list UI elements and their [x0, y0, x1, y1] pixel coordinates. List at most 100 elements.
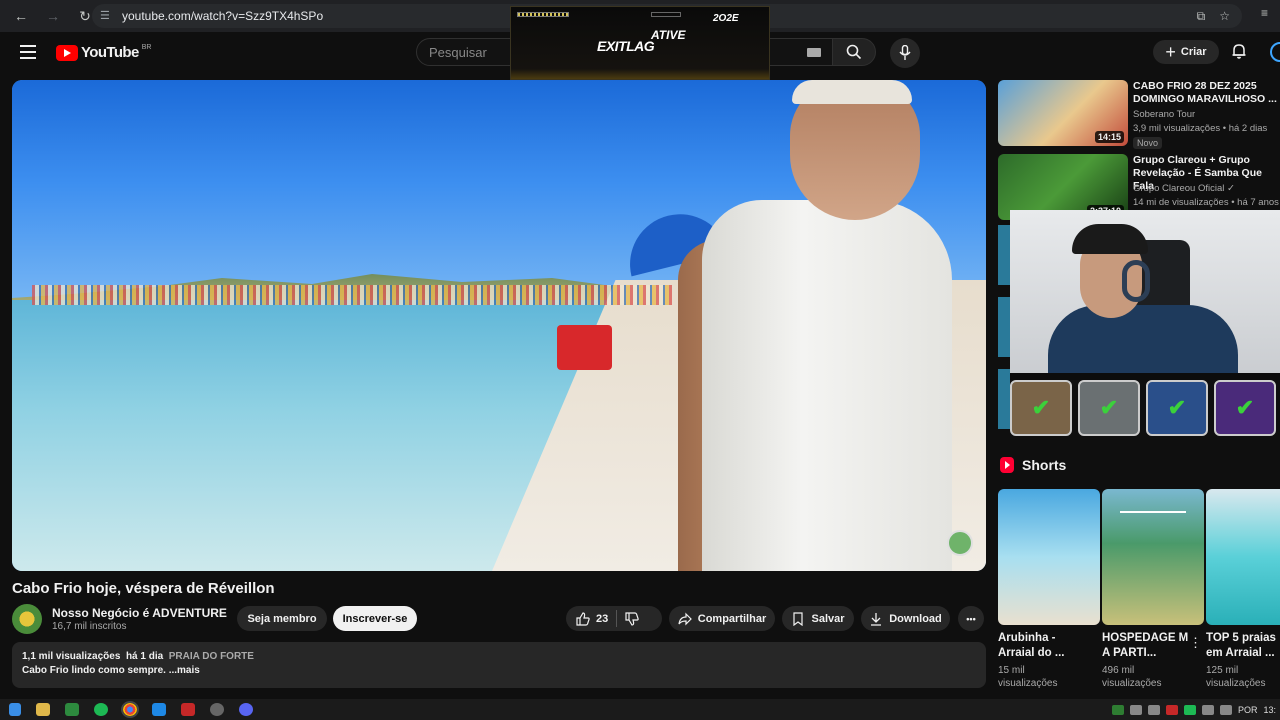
- reading-list-icon[interactable]: ≡: [1261, 6, 1268, 20]
- new-badge: Novo: [1133, 137, 1163, 149]
- tray-icon[interactable]: [1165, 704, 1178, 715]
- forward-icon[interactable]: →: [42, 5, 64, 27]
- like-divider: [616, 610, 618, 627]
- video-player[interactable]: [12, 80, 986, 571]
- region-code: BR: [141, 44, 152, 51]
- start-icon[interactable]: [9, 703, 21, 716]
- join-button[interactable]: Seja membro: [237, 606, 327, 631]
- short-views: 496 mil visualizações: [1102, 665, 1162, 689]
- short-title[interactable]: Arubinha - Arraial do ...: [998, 631, 1086, 661]
- notifications-bell-icon[interactable]: [1230, 42, 1248, 60]
- site-info-icon[interactable]: ☰: [100, 9, 114, 23]
- app-icon[interactable]: [65, 703, 79, 716]
- voice-search-button[interactable]: [890, 38, 920, 68]
- microphone-icon: [899, 45, 911, 60]
- search-button[interactable]: [832, 38, 876, 66]
- youtube-logo[interactable]: YouTube BR: [56, 44, 151, 61]
- back-icon[interactable]: ←: [10, 5, 32, 27]
- account-avatar[interactable]: [1270, 42, 1280, 62]
- spotify-icon[interactable]: [94, 703, 108, 716]
- short-caption-graphic: [1120, 511, 1186, 513]
- more-actions-button[interactable]: •••: [958, 606, 984, 631]
- video-frame-person: [672, 80, 986, 571]
- location-tag[interactable]: PRAIA DO FORTE: [169, 651, 254, 662]
- discord-icon[interactable]: [239, 703, 253, 716]
- recommended-title[interactable]: CABO FRIO 28 DEZ 2025 DOMINGO MARAVILHOS…: [1133, 80, 1280, 106]
- bookmark-star-icon[interactable]: ☆: [1219, 9, 1230, 23]
- more-vert-icon[interactable]: ⋮: [1189, 635, 1202, 651]
- app-icon[interactable]: [152, 703, 166, 716]
- recommended-stats: 14 mi de visualizações • há 7 anos: [1133, 197, 1279, 208]
- share-icon: [678, 612, 692, 625]
- like-dislike-group: 23: [566, 606, 662, 631]
- short-title[interactable]: HOSPEDAGE M A PARTI...: [1102, 631, 1190, 661]
- streamer-webcam-overlay: [1010, 210, 1280, 380]
- overlay-brand: EXITLAG: [597, 38, 655, 54]
- chrome-icon[interactable]: [121, 701, 139, 718]
- checkmark-icon: ✔: [1010, 380, 1072, 436]
- channel-watermark[interactable]: [947, 530, 973, 556]
- download-label: Download: [889, 612, 942, 625]
- shorts-heading: Shorts: [1000, 457, 1066, 473]
- thumbs-down-icon[interactable]: [625, 611, 639, 626]
- overlay-frame: [651, 12, 681, 17]
- checkmark-icon: ✔: [1146, 380, 1208, 436]
- tray-icon[interactable]: [1129, 704, 1142, 715]
- short-title[interactable]: TOP 5 praias em Arraial ...: [1206, 631, 1280, 661]
- show-more-link[interactable]: ...mais: [169, 665, 200, 676]
- download-button[interactable]: Download: [861, 606, 950, 631]
- download-icon: [871, 612, 882, 626]
- clock[interactable]: 13:: [1263, 705, 1276, 715]
- app-icon[interactable]: [210, 703, 224, 716]
- short-item[interactable]: Arubinha - Arraial do ... 15 mil visuali…: [998, 489, 1100, 689]
- keyboard-icon[interactable]: [807, 48, 821, 57]
- subscriber-count: 16,7 mil inscritos: [52, 621, 127, 632]
- language-indicator[interactable]: POR: [1238, 705, 1258, 715]
- like-count[interactable]: 23: [596, 613, 608, 625]
- create-button[interactable]: + Criar: [1153, 40, 1219, 64]
- app-icon[interactable]: [181, 703, 195, 716]
- shorts-title: Shorts: [1022, 457, 1067, 473]
- hidden-thumbnails-strip: [998, 225, 1010, 435]
- hamburger-menu-icon[interactable]: [20, 45, 36, 59]
- channel-avatar[interactable]: [12, 604, 42, 634]
- search-icon: [846, 44, 862, 60]
- url-text[interactable]: youtube.com/watch?v=Szz9TX4hSPo: [122, 9, 323, 23]
- install-app-icon[interactable]: ⧉: [1197, 9, 1206, 24]
- create-label: Criar: [1180, 46, 1207, 58]
- youtube-play-icon: [56, 44, 78, 61]
- checkmark-icon: ✔: [1214, 380, 1276, 436]
- video-thumbnail[interactable]: 14:15: [998, 80, 1128, 146]
- save-button[interactable]: Salvar: [782, 606, 854, 631]
- recommended-channel[interactable]: Soberano Tour: [1133, 109, 1195, 120]
- headphones-icon: [1122, 260, 1150, 302]
- tray-icon[interactable]: [1111, 704, 1124, 715]
- short-thumbnail[interactable]: [1206, 489, 1280, 625]
- share-button[interactable]: Compartilhar: [669, 606, 775, 631]
- recommended-channel[interactable]: Grupo Clareou Oficial ✓: [1133, 183, 1235, 194]
- recommended-stats: 3,9 mil visualizações • há 2 dias: [1133, 123, 1268, 134]
- video-duration: 14:15: [1094, 131, 1124, 143]
- short-item[interactable]: TOP 5 praias em Arraial ... 125 mil visu…: [1206, 489, 1280, 689]
- logo-text: YouTube: [81, 44, 139, 61]
- network-icon[interactable]: [1201, 704, 1214, 715]
- short-thumbnail[interactable]: [998, 489, 1100, 625]
- description-text-line: Cabo Frio lindo como sempre. ...mais: [22, 665, 200, 676]
- channel-name[interactable]: Nosso Negócio é ADVENTURE: [52, 606, 227, 620]
- thumbs-up-icon[interactable]: [576, 611, 590, 626]
- short-views: 15 mil visualizações: [998, 665, 1058, 689]
- description-box[interactable]: 1,1 mil visualizações há 1 dia PRAIA DO …: [12, 642, 986, 688]
- description-text: Cabo Frio lindo como sempre.: [22, 665, 166, 676]
- tray-icon[interactable]: [1183, 704, 1196, 715]
- checkmark-icon: ✔: [1078, 380, 1140, 436]
- tray-icon[interactable]: [1147, 704, 1160, 715]
- volume-icon[interactable]: [1219, 704, 1232, 715]
- subscribe-button[interactable]: Inscrever-se: [333, 606, 417, 631]
- stream-overlay-tiles: ✔ ✔ ✔ ✔: [1010, 380, 1280, 438]
- system-tray: POR 13:: [1111, 699, 1280, 720]
- overlay-year: 2O2E: [713, 13, 739, 24]
- file-explorer-icon[interactable]: [36, 703, 50, 716]
- short-thumbnail[interactable]: [1102, 489, 1204, 625]
- recommended-video[interactable]: 14:15 CABO FRIO 28 DEZ 2025 DOMINGO MARA…: [998, 80, 1280, 149]
- short-item[interactable]: HOSPEDAGE M A PARTI... 496 mil visualiza…: [1102, 489, 1204, 689]
